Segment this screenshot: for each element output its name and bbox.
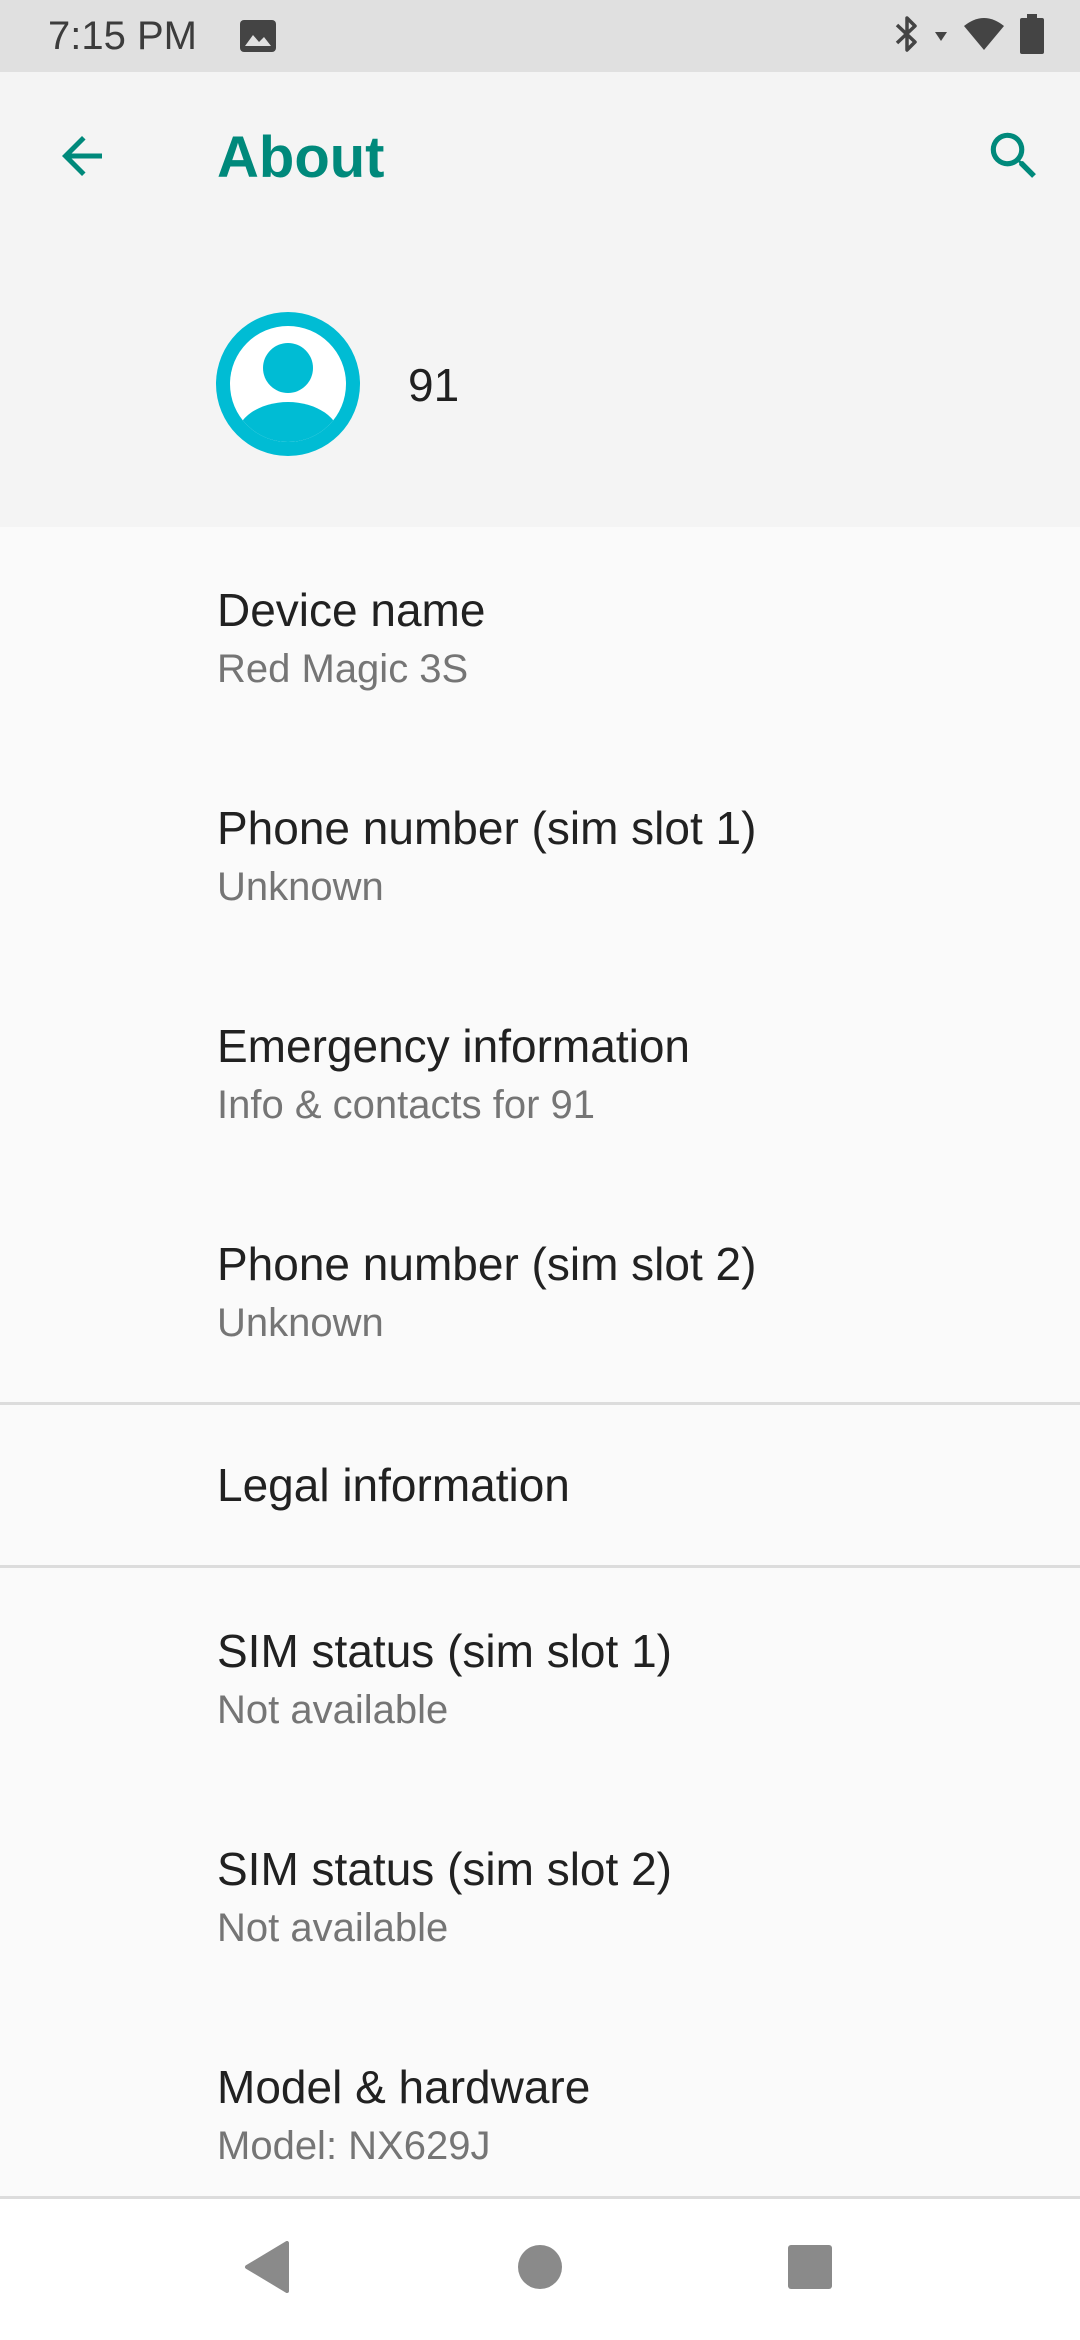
list-item-model-hardware[interactable]: Model & hardware Model: NX629J [0, 2004, 1080, 2222]
item-title: Device name [217, 584, 486, 636]
item-title: Phone number (sim slot 1) [217, 802, 757, 854]
user-name[interactable]: 91 [408, 358, 459, 412]
recents-square-icon [787, 2244, 833, 2295]
status-bar: 7:15 PM [0, 0, 1080, 72]
battery-icon [1020, 13, 1044, 59]
data-arrows-icon [934, 14, 948, 59]
back-button[interactable] [40, 116, 124, 200]
item-title: SIM status (sim slot 2) [217, 1843, 672, 1895]
item-title: Legal information [217, 1459, 570, 1511]
item-subtitle: Info & contacts for 91 [217, 1083, 595, 1127]
nav-home-button[interactable] [498, 2227, 582, 2311]
back-triangle-icon [243, 2240, 291, 2298]
search-button[interactable] [972, 116, 1056, 200]
item-subtitle: Not available [217, 1906, 449, 1950]
item-title: Phone number (sim slot 2) [217, 1238, 757, 1290]
navigation-bar [0, 2196, 1080, 2340]
home-circle-icon [516, 2243, 564, 2296]
page-title: About [217, 125, 385, 190]
list-item-sim-status-sim2[interactable]: SIM status (sim slot 2) Not available [0, 1786, 1080, 2004]
item-subtitle: Model: NX629J [217, 2124, 491, 2168]
settings-list: Device name Red Magic 3S Phone number (s… [0, 527, 1080, 2222]
image-icon [240, 20, 276, 52]
item-title: Emergency information [217, 1020, 690, 1072]
avatar[interactable] [216, 312, 360, 456]
wifi-icon [962, 16, 1006, 57]
status-time: 7:15 PM [48, 14, 197, 58]
status-icons [894, 13, 1044, 59]
bluetooth-icon [894, 14, 920, 59]
list-item-emergency-information[interactable]: Emergency information Info & contacts fo… [0, 963, 1080, 1181]
item-subtitle: Not available [217, 1688, 449, 1732]
list-item-phone-number-sim2[interactable]: Phone number (sim slot 2) Unknown [0, 1181, 1080, 1402]
item-subtitle: Red Magic 3S [217, 647, 469, 691]
item-title: SIM status (sim slot 1) [217, 1625, 672, 1677]
list-item-legal-information[interactable]: Legal information [0, 1405, 1080, 1565]
nav-back-button[interactable] [225, 2227, 309, 2311]
list-item-device-name[interactable]: Device name Red Magic 3S [0, 527, 1080, 745]
item-subtitle: Unknown [217, 865, 384, 909]
app-header: About 91 [0, 72, 1080, 527]
item-title: Model & hardware [217, 2061, 591, 2113]
list-item-phone-number-sim1[interactable]: Phone number (sim slot 1) Unknown [0, 745, 1080, 963]
item-subtitle: Unknown [217, 1301, 384, 1345]
nav-recents-button[interactable] [768, 2227, 852, 2311]
list-item-sim-status-sim1[interactable]: SIM status (sim slot 1) Not available [0, 1568, 1080, 1786]
search-icon [983, 125, 1045, 192]
arrow-back-icon [52, 126, 112, 191]
